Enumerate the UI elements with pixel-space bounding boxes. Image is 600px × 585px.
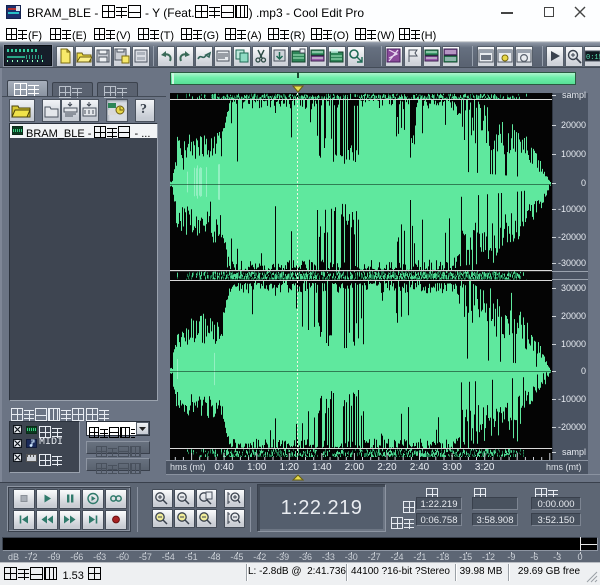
- svg-text:0:15: 0:15: [586, 54, 600, 62]
